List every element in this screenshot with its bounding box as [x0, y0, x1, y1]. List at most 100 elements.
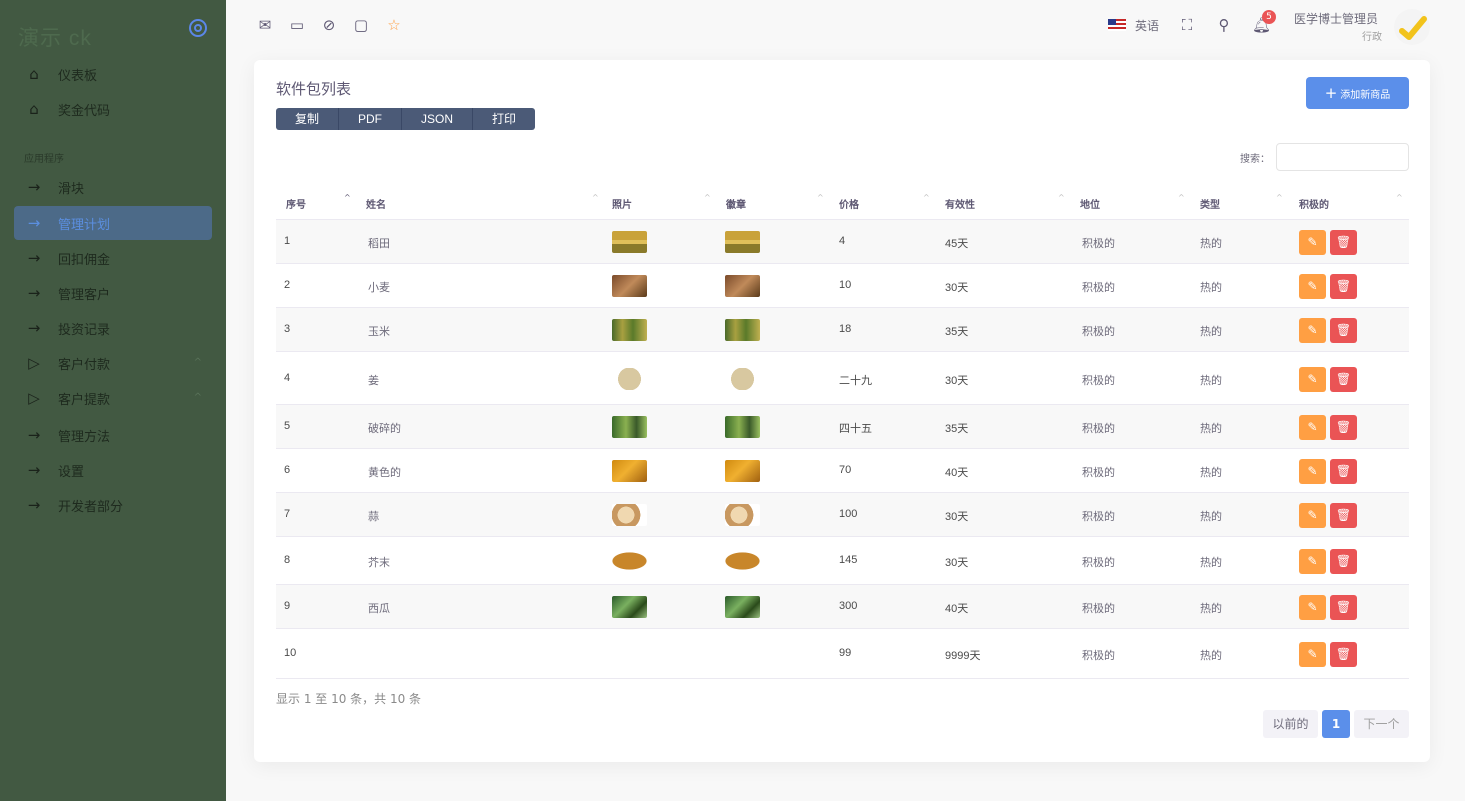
delete-button[interactable]: 🗑︎	[1330, 415, 1357, 440]
sidebar-item-investment-records[interactable]: → 投资记录	[14, 311, 212, 345]
column-header-type[interactable]: 类型	[1200, 196, 1220, 211]
user-name[interactable]: 医学博士管理员	[1294, 10, 1378, 27]
column-header-status[interactable]: 地位	[1080, 196, 1100, 211]
user-role: 行政	[1362, 32, 1382, 43]
edit-button[interactable]: ✎	[1299, 549, 1326, 574]
column-header-badge[interactable]: 徽章	[726, 196, 746, 211]
delete-button[interactable]: 🗑︎	[1330, 367, 1357, 392]
sidebar-item-dashboard[interactable]: ⌂ 仪表板	[14, 57, 212, 91]
brand-name[interactable]: 演示 ck	[18, 22, 92, 52]
edit-button[interactable]: ✎	[1299, 367, 1326, 392]
cell-validity: 30天	[945, 375, 969, 387]
mail-icon[interactable]: ✉	[256, 16, 274, 34]
delete-button[interactable]: 🗑︎	[1330, 549, 1357, 574]
sort-icon[interactable]: ^	[1276, 194, 1283, 202]
edit-button[interactable]: ✎	[1299, 503, 1326, 528]
cell-validity: 30天	[945, 557, 969, 569]
fullscreen-icon[interactable]: ⛶	[1178, 16, 1196, 34]
sidebar-item-manage-plans[interactable]: → 管理计划	[14, 206, 212, 240]
sidebar-toggle-icon[interactable]	[189, 19, 207, 37]
pagination-next-button[interactable]: 下一个	[1354, 710, 1409, 738]
edit-button[interactable]: ✎	[1299, 274, 1326, 299]
sidebar-item-manage-customers[interactable]: → 管理客户	[14, 276, 212, 310]
sort-icon[interactable]: ^	[592, 194, 599, 202]
delete-button[interactable]: 🗑︎	[1330, 459, 1357, 484]
delete-button[interactable]: 🗑︎	[1330, 274, 1357, 299]
sidebar-item-manage-methods[interactable]: → 管理方法	[14, 418, 212, 452]
column-header-validity[interactable]: 有效性	[945, 196, 975, 211]
pdf-button[interactable]: PDF	[339, 108, 403, 130]
chat-icon[interactable]: ▭	[288, 16, 306, 34]
edit-button[interactable]: ✎	[1299, 230, 1326, 255]
column-header-active[interactable]: 积极的	[1299, 196, 1329, 211]
sidebar: 演示 ck ⌂ 仪表板 ⌂ 奖金代码 应用程序 → 滑块 → 管理计划 → 回扣…	[0, 0, 226, 801]
sort-icon[interactable]: ^	[923, 194, 930, 202]
trash-icon: 🗑︎	[1335, 600, 1352, 614]
cell-type: 热的	[1200, 649, 1222, 662]
home-icon: ⌂	[29, 100, 39, 118]
column-header-id[interactable]: 序号	[286, 196, 306, 211]
edit-button[interactable]: ✎	[1299, 642, 1326, 667]
add-new-item-button[interactable]: + 添加新商品	[1306, 77, 1409, 109]
sort-icon[interactable]: ^	[1058, 194, 1065, 202]
cell-status: 积极的	[1082, 281, 1115, 294]
sidebar-item-settings[interactable]: → 设置	[14, 453, 212, 487]
delete-button[interactable]: 🗑︎	[1330, 503, 1357, 528]
product-photo	[612, 504, 647, 526]
edit-button[interactable]: ✎	[1299, 415, 1326, 440]
pencil-icon: ✎	[1307, 323, 1318, 337]
product-photo	[612, 319, 647, 341]
product-badge-image	[725, 368, 760, 390]
sidebar-item-customer-payments[interactable]: ▷ 客户付款 ^	[14, 346, 212, 380]
cell-validity: 30天	[945, 511, 969, 523]
print-button[interactable]: 打印	[473, 108, 535, 130]
edit-button[interactable]: ✎	[1299, 318, 1326, 343]
sidebar-item-label: 客户付款	[58, 357, 111, 373]
cell-validity: 40天	[945, 467, 969, 479]
search-icon[interactable]: ⚲	[1215, 16, 1233, 34]
json-button[interactable]: JSON	[402, 108, 474, 130]
column-header-photo[interactable]: 照片	[612, 196, 632, 211]
cell-price: 4	[839, 235, 846, 247]
chevron-up-icon: ^	[193, 357, 202, 368]
table-body: 1 稻田 4 45天 积极的 热的 ✎ 🗑︎ 2 小麦 10 30天 积极的 热的 ✎ 🗑︎ 3 玉米 18 35天积…	[276, 220, 1409, 679]
check-circle-icon[interactable]: ⊘	[320, 16, 338, 34]
cell-validity: 40天	[945, 603, 969, 615]
star-icon[interactable]: ☆	[385, 16, 403, 34]
cell-type: 热的	[1200, 556, 1222, 569]
cell-type: 热的	[1200, 281, 1222, 294]
edit-button[interactable]: ✎	[1299, 459, 1326, 484]
pagination-page-1[interactable]: 1	[1322, 710, 1350, 738]
product-photo	[612, 231, 647, 253]
search-input[interactable]	[1276, 143, 1409, 171]
sidebar-item-slider[interactable]: → 滑块	[14, 170, 212, 204]
delete-button[interactable]: 🗑︎	[1330, 230, 1357, 255]
copy-button[interactable]: 复制	[276, 108, 340, 130]
sort-icon[interactable]: ^	[704, 194, 711, 202]
sort-icon[interactable]: ^	[1396, 194, 1403, 202]
sort-icon[interactable]: ^	[817, 194, 824, 202]
cell-type: 热的	[1200, 237, 1222, 250]
pencil-icon: ✎	[1307, 372, 1318, 386]
sidebar-item-customer-withdrawals[interactable]: ▷ 客户提款 ^	[14, 381, 212, 415]
delete-button[interactable]: 🗑︎	[1330, 642, 1357, 667]
cell-validity: 9999天	[945, 650, 981, 662]
pagination-prev-button[interactable]: 以前的	[1263, 710, 1318, 738]
cell-name: 破碎的	[368, 422, 401, 435]
sidebar-item-rebate-commission[interactable]: → 回扣佣金	[14, 241, 212, 275]
calendar-icon[interactable]: ▢	[352, 16, 370, 34]
sort-icon[interactable]: ^	[1178, 194, 1185, 202]
top-navbar	[226, 0, 1465, 52]
avatar[interactable]	[1394, 9, 1430, 45]
us-flag-icon[interactable]	[1108, 19, 1126, 31]
sidebar-item-bonus-code[interactable]: ⌂ 奖金代码	[14, 92, 212, 126]
column-header-price[interactable]: 价格	[839, 196, 859, 211]
delete-button[interactable]: 🗑︎	[1330, 318, 1357, 343]
delete-button[interactable]: 🗑︎	[1330, 595, 1357, 620]
cell-validity: 30天	[945, 282, 969, 294]
language-selector[interactable]: 英语	[1135, 17, 1159, 34]
sort-asc-icon[interactable]: ^	[344, 194, 351, 202]
column-header-name[interactable]: 姓名	[366, 196, 386, 211]
edit-button[interactable]: ✎	[1299, 595, 1326, 620]
sidebar-item-developer[interactable]: → 开发者部分	[14, 488, 212, 522]
